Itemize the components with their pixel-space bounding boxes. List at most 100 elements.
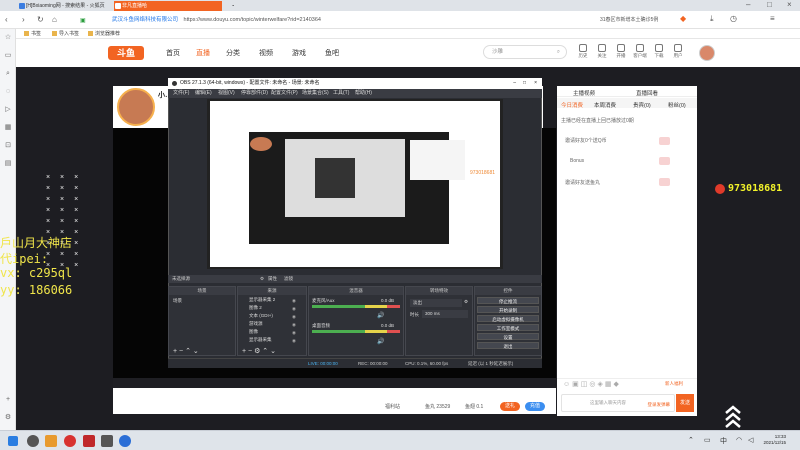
source-item[interactable]: 显示器采集 [249, 337, 272, 343]
home-icon[interactable]: ⌂ [52, 15, 57, 25]
nav-fishbar[interactable]: 鱼吧 [325, 48, 339, 58]
close-icon[interactable]: × [787, 0, 792, 10]
eye-icon[interactable]: ◉ ◉ ◉ ◉ ◉ ◉ [292, 297, 296, 345]
list-item[interactable]: 邀请好友送鱼丸 [565, 179, 600, 186]
url-field[interactable]: 武汉斗鱼网络科技有限公司 https://www.douyu.com/topic… [112, 15, 542, 26]
stop-streaming-button[interactable]: 停止推流 [477, 297, 539, 304]
user-avatar[interactable] [699, 45, 715, 61]
header-user[interactable]: 用户 [667, 44, 689, 59]
obs-menu-help[interactable]: 帮助(H) [355, 89, 372, 98]
box-icon[interactable]: ▦ [3, 123, 13, 133]
start-recording-button[interactable]: 开始录制 [477, 306, 539, 313]
add-icon[interactable]: + [3, 395, 13, 405]
reload-icon[interactable]: ↻ [37, 15, 44, 25]
news-ticker[interactable]: 31春区市新增本土确诊5例 [600, 15, 658, 25]
tray-network-icon[interactable]: ▭ [704, 436, 711, 444]
taskbar-app-icon[interactable] [45, 435, 57, 447]
nav-category[interactable]: 分类 [226, 48, 240, 58]
streamer-avatar[interactable] [117, 88, 155, 126]
settings-icon[interactable]: ⚙ [3, 413, 13, 423]
new-tab-button[interactable]: + [224, 1, 234, 11]
source-item[interactable]: 显示器采集 2 [249, 297, 275, 303]
bookmark-icon[interactable]: ▭ [3, 51, 13, 61]
tab-week-spend[interactable]: 本周消费 [594, 101, 616, 109]
properties-button[interactable]: 属性 [268, 275, 277, 283]
nav-home[interactable]: 首页 [166, 48, 180, 58]
obs-menu-file[interactable]: 文件(F) [173, 89, 189, 98]
source-item[interactable]: 文本 (GDI+) [249, 313, 273, 319]
nav-game[interactable]: 游戏 [292, 48, 306, 58]
obs-minimize-icon[interactable]: – [513, 78, 516, 89]
taskbar-app-icon[interactable] [64, 435, 76, 447]
chat-input[interactable]: 这里输入聊天内容 登录发弹幕 [561, 394, 675, 412]
bookmark-item[interactable]: 书签 [24, 30, 41, 38]
chat-icon[interactable]: ◌ [3, 87, 13, 97]
bookmark-item[interactable]: 导入书签 [52, 30, 79, 38]
start-menu-icon[interactable] [8, 436, 18, 446]
obs-menu-scenes[interactable]: 场景集合(S) [302, 89, 329, 98]
list-item[interactable]: Bonus [570, 158, 584, 164]
transition-select[interactable]: 淡出 [410, 299, 462, 307]
taskbar-clock[interactable]: 13:33 2021/12/15 [758, 434, 786, 446]
gear-icon[interactable]: ⚙ [260, 275, 264, 283]
obs-menu-view[interactable]: 视图(V) [218, 89, 235, 98]
filters-button[interactable]: 滤镜 [284, 275, 293, 283]
play-icon[interactable]: ▷ [3, 105, 13, 115]
back-icon[interactable]: ‹ [5, 15, 8, 25]
source-item[interactable]: 游戏源 [249, 321, 263, 327]
obs-maximize-icon[interactable]: □ [523, 78, 526, 89]
bookmark-item[interactable]: 浏览器推荐 [88, 30, 120, 38]
forward-icon[interactable]: › [22, 15, 25, 25]
minimize-icon[interactable]: – [746, 0, 750, 10]
source-controls[interactable]: + − ⚙ ⌃ ⌄ [242, 347, 276, 355]
obs-menu-tools[interactable]: 工具(T) [333, 89, 349, 98]
gift-button[interactable]: 送礼 [500, 402, 521, 411]
obs-close-icon[interactable]: × [534, 78, 537, 89]
extension-icon[interactable]: ◆ [680, 14, 686, 24]
list-item[interactable]: 邀请好友0个送Q币 [565, 137, 607, 144]
tray-wifi-icon[interactable]: ◠ [736, 436, 742, 444]
obs-menu-edit[interactable]: 编辑(E) [195, 89, 212, 98]
obs-menu-profile[interactable]: 配置文件(P) [271, 89, 298, 98]
gear-icon[interactable]: ⚙ [464, 299, 468, 305]
cart-icon[interactable]: ⊡ [3, 141, 13, 151]
welfare-link[interactable]: 福利站 [385, 403, 400, 410]
scene-controls[interactable]: + − ⌃ ⌄ [173, 347, 199, 355]
tab-vip[interactable]: 贵宾(0) [633, 101, 651, 109]
settings-button[interactable]: 设置 [477, 333, 539, 340]
site-search-input[interactable]: 沙雕 ⌕ [483, 45, 567, 59]
tray-ime-icon[interactable]: 中 [720, 436, 727, 446]
source-item[interactable]: 图像 2 [249, 305, 262, 311]
send-button[interactable]: 发送 [676, 394, 694, 412]
history-icon[interactable]: ◷ [730, 14, 737, 24]
tab-fans[interactable]: 粉丝(0) [668, 101, 686, 109]
maximize-icon[interactable]: □ [767, 0, 772, 10]
tray-volume-icon[interactable]: ◁ [748, 436, 753, 444]
scene-item[interactable]: 场景 [173, 298, 182, 304]
download-icon[interactable]: ⤓ [710, 14, 714, 24]
menu-icon[interactable]: ≡ [770, 14, 775, 24]
nav-live[interactable]: 直播 [196, 48, 210, 58]
virtual-camera-button[interactable]: 启动虚拟摄像机 [477, 315, 539, 322]
speaker-icon[interactable]: 🔊 [377, 338, 384, 345]
chat-toolbar-icons[interactable]: ☺▣◫◎◈▦◆ [563, 380, 621, 388]
taskbar-app-icon[interactable] [83, 435, 95, 447]
obs-menu-docks[interactable]: 停靠部件(D) [241, 89, 268, 98]
note-icon[interactable]: ▤ [3, 159, 13, 169]
search-icon[interactable]: ⌕ [557, 46, 560, 58]
taskbar-app-icon[interactable] [27, 435, 39, 447]
taskbar-app-icon[interactable] [101, 435, 113, 447]
browser-tab-1[interactable]: [H]Bxiaoming网 - 搜索结果 - 火狐页 [18, 1, 110, 11]
tab-replay[interactable]: 直播回看 [636, 89, 658, 97]
duration-input[interactable]: 300 ms [422, 310, 468, 318]
speaker-icon[interactable]: 🔊 [377, 312, 384, 319]
exit-button[interactable]: 退出 [477, 342, 539, 349]
source-item[interactable]: 图像 [249, 329, 258, 335]
studio-mode-button[interactable]: 工作室模式 [477, 324, 539, 331]
tab-streamer-video[interactable]: 主播视频 [573, 89, 595, 97]
browser-tab-2-active[interactable]: 非凡直播哈 [114, 1, 222, 11]
tab-today-spend[interactable]: 今日消费 [561, 101, 583, 109]
tray-chevron-icon[interactable]: ⌃ [688, 436, 694, 444]
search-icon[interactable]: ⌕ [3, 69, 13, 79]
douyu-logo[interactable]: 斗鱼 [108, 46, 144, 60]
